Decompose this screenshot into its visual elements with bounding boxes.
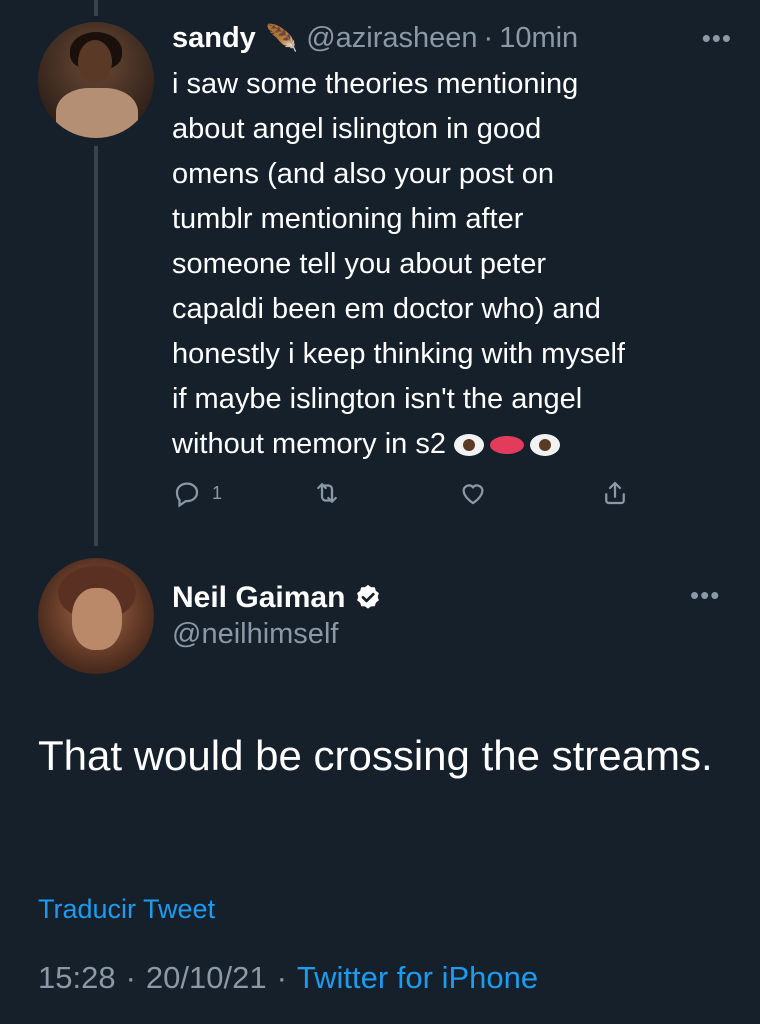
separator-dot: · [483,21,494,54]
lips-emoji-icon [490,436,524,455]
like-button[interactable] [458,478,488,508]
reply-tweet-text: i saw some theories mentioning about ang… [172,62,732,467]
emoji-eyes-lips [454,434,560,457]
main-tweet-text: That would be crossing the streams. [38,732,713,779]
reply-tweet-header: sandy 🪶 @azirasheen · 10min ••• [172,18,732,58]
separator-dot: · [276,960,287,995]
reply-time[interactable]: 10min [499,22,578,55]
main-author-name[interactable]: Neil Gaiman [172,581,345,615]
reply-count: 1 [212,482,223,503]
reply-icon [175,482,199,508]
tweet-thread: sandy 🪶 @azirasheen · 10min ••• i saw so… [0,0,760,1024]
reply-more-icon[interactable]: ••• [702,18,732,58]
tweet-meta: 15:28 · 20/10/21 · Twitter for iPhone [38,960,538,996]
eye-emoji-icon [454,434,484,457]
thread-line-top [94,0,98,16]
retweet-button[interactable] [312,478,342,508]
avatar-face [78,40,112,84]
translate-link[interactable]: Traducir Tweet [38,894,215,925]
separator-dot: · [125,960,136,995]
avatar-sandy[interactable] [38,22,154,138]
tweet-date[interactable]: 20/10/21 [146,960,267,996]
share-icon [605,481,625,505]
avatar-face [72,588,122,650]
reply-action-bar: 1 [172,478,642,510]
reply-author-name[interactable]: sandy [172,22,256,55]
retweet-icon [317,483,337,503]
main-author-row: Neil Gaiman [172,578,383,618]
reply-button[interactable]: 1 [172,478,222,508]
reply-text-body: i saw some theories mentioning about ang… [172,68,625,460]
share-button[interactable] [600,478,630,508]
tweet-time[interactable]: 15:28 [38,960,116,996]
main-author-handle[interactable]: @neilhimself [172,618,338,651]
reply-author-handle[interactable]: @azirasheen [306,22,477,55]
eye-emoji-icon [530,434,560,457]
avatar-neil-gaiman[interactable] [38,558,154,674]
feather-emoji: 🪶 [265,22,299,53]
verified-badge-icon [357,584,380,609]
thread-line [94,146,98,546]
main-more-icon[interactable]: ••• [690,580,720,611]
tweet-source-link[interactable]: Twitter for iPhone [297,960,538,996]
avatar-body [56,88,138,138]
like-icon [462,484,484,505]
